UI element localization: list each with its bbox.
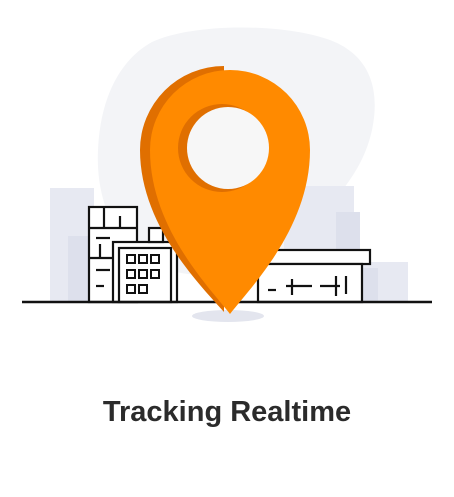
caption-title: Tracking Realtime <box>102 396 352 428</box>
location-illustration <box>22 27 432 322</box>
pin-shadow <box>192 310 264 322</box>
